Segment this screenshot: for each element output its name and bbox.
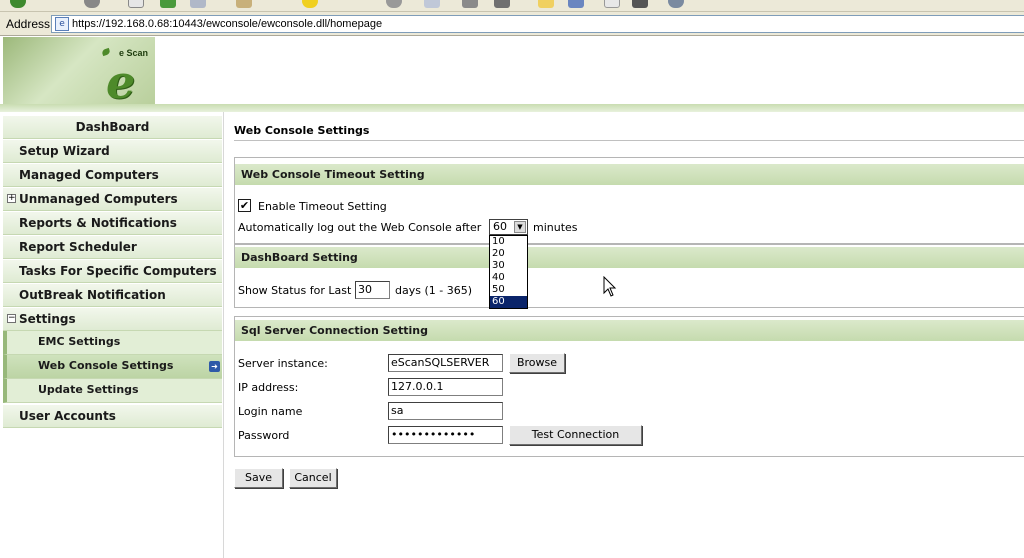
page-icon: e bbox=[55, 17, 69, 31]
browse-button[interactable]: Browse bbox=[509, 353, 565, 373]
arrow-right-icon: ➜ bbox=[209, 361, 220, 372]
sidebar-item-label: Web Console Settings bbox=[38, 359, 174, 372]
sql-section-heading: Sql Server Connection Setting bbox=[235, 320, 1024, 341]
page-title: Web Console Settings bbox=[234, 124, 370, 137]
favorites-icon[interactable] bbox=[302, 0, 318, 8]
research-icon[interactable] bbox=[604, 0, 620, 8]
timeout-options-list[interactable]: 10 20 30 40 50 60 bbox=[489, 235, 528, 309]
sidebar-item-label: User Accounts bbox=[19, 409, 116, 423]
login-name-value: sa bbox=[391, 404, 404, 417]
title-divider bbox=[234, 140, 1024, 141]
logo-letter: e bbox=[106, 55, 136, 105]
password-label: Password bbox=[238, 429, 290, 442]
back-icon[interactable] bbox=[10, 0, 26, 8]
refresh-icon[interactable] bbox=[84, 0, 100, 8]
status-days-value: 30 bbox=[358, 283, 372, 296]
sidebar-item-label: Setup Wizard bbox=[19, 144, 110, 158]
server-instance-input[interactable]: eScanSQLSERVER bbox=[388, 354, 503, 372]
sidebar: DashBoard Setup Wizard Managed Computers… bbox=[0, 112, 224, 558]
sidebar-item-user-accounts[interactable]: User Accounts bbox=[3, 405, 222, 428]
sidebar-item-label: Managed Computers bbox=[19, 168, 159, 182]
folder-icon[interactable] bbox=[538, 0, 554, 8]
password-input[interactable]: ••••••••••••• bbox=[388, 426, 503, 444]
sidebar-item-label: Tasks For Specific Computers bbox=[19, 264, 217, 278]
timeout-option-selected[interactable]: 60 bbox=[490, 296, 527, 308]
login-name-label: Login name bbox=[238, 405, 303, 418]
timeout-option[interactable]: 20 bbox=[490, 248, 527, 260]
tools-icon[interactable] bbox=[632, 0, 648, 8]
sidebar-item-label: Unmanaged Computers bbox=[19, 192, 178, 206]
enable-timeout-label: Enable Timeout Setting bbox=[258, 200, 387, 213]
enable-timeout-checkbox[interactable]: ✔ bbox=[238, 199, 251, 212]
timeout-minutes-select[interactable]: 60 ▼ bbox=[489, 219, 528, 235]
cancel-button[interactable]: Cancel bbox=[289, 468, 337, 488]
logout-prefix-label: Automatically log out the Web Console af… bbox=[238, 221, 482, 234]
timeout-option[interactable]: 10 bbox=[490, 236, 527, 248]
chevron-down-icon[interactable]: ▼ bbox=[514, 221, 526, 233]
search-icon[interactable] bbox=[236, 0, 252, 8]
ip-address-label: IP address: bbox=[238, 381, 299, 394]
expand-icon[interactable]: + bbox=[7, 194, 16, 203]
status-days-suffix: days (1 - 365) bbox=[395, 284, 472, 297]
sidebar-item-report-scheduler[interactable]: Report Scheduler bbox=[3, 236, 222, 259]
sidebar-item-outbreak-notification[interactable]: OutBreak Notification bbox=[3, 284, 222, 307]
discuss-icon[interactable] bbox=[568, 0, 584, 8]
sidebar-item-settings[interactable]: − Settings bbox=[3, 308, 222, 331]
header: e Scan e bbox=[0, 36, 1024, 112]
edit-page-icon[interactable] bbox=[494, 0, 510, 8]
timeout-option[interactable]: 30 bbox=[490, 260, 527, 272]
sidebar-item-label: EMC Settings bbox=[38, 335, 121, 348]
save-button[interactable]: Save bbox=[234, 468, 283, 488]
ip-address-value: 127.0.0.1 bbox=[391, 380, 444, 393]
server-instance-value: eScanSQLSERVER bbox=[391, 356, 490, 369]
test-connection-button[interactable]: Test Connection bbox=[509, 425, 642, 445]
ip-address-input[interactable]: 127.0.0.1 bbox=[388, 378, 503, 396]
address-input[interactable]: e https://192.168.0.68:10443/ewconsole/e… bbox=[51, 15, 1024, 33]
logout-suffix-label: minutes bbox=[533, 221, 578, 234]
password-value: ••••••••••••• bbox=[391, 428, 476, 441]
browser-toolbar bbox=[0, 0, 1024, 12]
sidebar-item-label: OutBreak Notification bbox=[19, 288, 166, 302]
sidebar-item-web-console-settings[interactable]: Web Console Settings ➜ bbox=[3, 355, 222, 379]
sidebar-item-label: Update Settings bbox=[38, 383, 139, 396]
address-label: Address bbox=[6, 17, 51, 31]
sidebar-item-label: Reports & Notifications bbox=[19, 216, 177, 230]
mail-icon[interactable] bbox=[424, 0, 440, 8]
edit-icon[interactable] bbox=[160, 0, 176, 8]
sidebar-item-tasks-specific-computers[interactable]: Tasks For Specific Computers bbox=[3, 260, 222, 283]
timeout-selected-value: 60 bbox=[493, 220, 507, 233]
timeout-section-heading: Web Console Timeout Setting bbox=[235, 164, 1024, 185]
sidebar-item-label: DashBoard bbox=[75, 120, 150, 134]
settings-icon[interactable] bbox=[668, 0, 684, 8]
sidebar-item-managed-computers[interactable]: Managed Computers bbox=[3, 164, 222, 187]
login-name-input[interactable]: sa bbox=[388, 402, 503, 420]
server-instance-label: Server instance: bbox=[238, 357, 328, 370]
sidebar-item-unmanaged-computers[interactable]: + Unmanaged Computers bbox=[3, 188, 222, 211]
show-status-label: Show Status for Last bbox=[238, 284, 352, 297]
print-icon[interactable] bbox=[462, 0, 478, 8]
header-divider bbox=[0, 104, 1024, 112]
sidebar-item-setup-wizard[interactable]: Setup Wizard bbox=[3, 140, 222, 163]
address-url[interactable]: https://192.168.0.68:10443/ewconsole/ewc… bbox=[72, 18, 382, 30]
status-days-input[interactable]: 30 bbox=[355, 281, 390, 299]
dashboard-panel: DashBoard Setting bbox=[234, 244, 1024, 308]
sidebar-item-emc-settings[interactable]: EMC Settings bbox=[3, 331, 222, 355]
sidebar-item-label: Settings bbox=[19, 312, 76, 326]
escan-logo: e Scan e bbox=[3, 37, 155, 105]
collapse-icon[interactable]: − bbox=[7, 314, 16, 323]
sidebar-item-label: Report Scheduler bbox=[19, 240, 137, 254]
address-bar: Address e https://192.168.0.68:10443/ewc… bbox=[0, 12, 1024, 36]
page-icon[interactable] bbox=[128, 0, 144, 8]
sidebar-item-reports-notifications[interactable]: Reports & Notifications bbox=[3, 212, 222, 235]
mouse-cursor-icon bbox=[603, 276, 617, 297]
timeout-option[interactable]: 50 bbox=[490, 284, 527, 296]
timeout-option[interactable]: 40 bbox=[490, 272, 527, 284]
history-icon[interactable] bbox=[386, 0, 402, 8]
sidebar-item-dashboard[interactable]: DashBoard bbox=[3, 116, 222, 139]
sidebar-item-update-settings[interactable]: Update Settings bbox=[3, 379, 222, 403]
dashboard-section-heading: DashBoard Setting bbox=[235, 247, 1024, 268]
home-icon[interactable] bbox=[190, 0, 206, 8]
